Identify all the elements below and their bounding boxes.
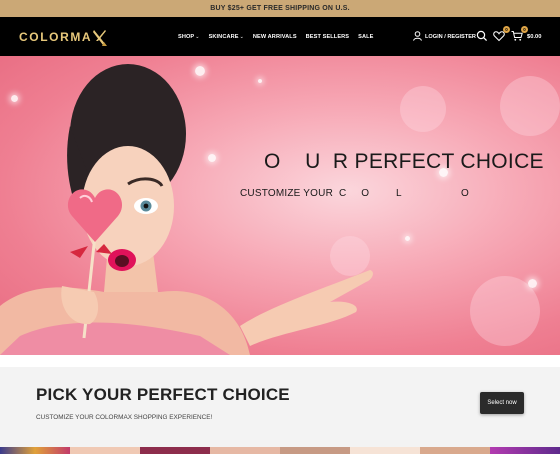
wishlist-count-badge: 0 <box>503 26 510 33</box>
nav-label: SALE <box>358 33 374 40</box>
nav-item-sale[interactable]: SALE <box>358 34 373 40</box>
product-thumbnail[interactable] <box>490 447 560 454</box>
product-thumbnail[interactable] <box>210 447 280 454</box>
search-icon <box>476 29 488 46</box>
main-nav: SHOP ⌄ SKINCARE ⌄ NEW ARRIVALS BEST SELL… <box>178 17 373 56</box>
nav-label: NEW ARRIVALS <box>252 33 297 40</box>
product-thumbnail[interactable] <box>280 447 350 454</box>
wishlist-button[interactable]: 0 <box>493 26 510 43</box>
logo[interactable]: COLORMA <box>19 27 108 47</box>
chevron-down-icon: ⌄ <box>239 33 244 40</box>
search-button[interactable] <box>476 29 490 43</box>
user-icon <box>413 30 422 43</box>
nav-item-shop[interactable]: SHOP ⌄ <box>178 34 200 40</box>
bokeh-light <box>500 76 560 136</box>
nav-item-new-arrivals[interactable]: NEW ARRIVALS <box>253 34 297 40</box>
bokeh-light <box>400 86 446 132</box>
login-register-link[interactable]: LOGIN / REGISTER <box>413 17 476 56</box>
product-image-strip <box>0 447 560 454</box>
logo-text: COLORMA <box>19 30 93 44</box>
product-thumbnail[interactable] <box>350 447 420 454</box>
product-thumbnail[interactable] <box>0 447 70 454</box>
nav-label: BEST SELLERS <box>305 33 350 40</box>
promo-text: BUY $25+ GET FREE SHIPPING ON U.S. <box>210 5 350 12</box>
select-now-button[interactable]: Select now <box>480 392 524 414</box>
nav-label: SKINCARE <box>208 33 239 40</box>
product-thumbnail[interactable] <box>420 447 490 454</box>
cart-total[interactable]: $0.00 <box>527 17 542 56</box>
logo-x-mark <box>93 28 108 46</box>
nav-label: SHOP <box>178 33 195 40</box>
hero-model-image <box>0 64 373 355</box>
account-label: LOGIN / REGISTER <box>425 33 476 40</box>
sparkle <box>528 279 537 288</box>
sparkle <box>405 236 410 241</box>
site-header: COLORMA SHOP ⌄ SKINCARE ⌄ NEW ARRIVALS B… <box>0 17 560 56</box>
product-thumbnail[interactable] <box>140 447 210 454</box>
chevron-down-icon: ⌄ <box>195 33 200 40</box>
hero-title: O U R PERFECT CHOICE <box>264 150 544 173</box>
cta-subtitle: CUSTOMIZE YOUR COLORMAX SHOPPING EXPERIE… <box>36 414 213 421</box>
hero-subtitle: CUSTOMIZE YOUR C O L O <box>240 188 469 199</box>
product-thumbnail[interactable] <box>70 447 140 454</box>
hero-banner[interactable]: O U R PERFECT CHOICE CUSTOMIZE YOUR C O … <box>0 56 560 355</box>
promo-bar: BUY $25+ GET FREE SHIPPING ON U.S. <box>0 0 560 17</box>
nav-item-best-sellers[interactable]: BEST SELLERS <box>306 34 349 40</box>
cta-section: PICK YOUR PERFECT CHOICE CUSTOMIZE YOUR … <box>0 367 560 447</box>
cta-title: PICK YOUR PERFECT CHOICE <box>36 385 290 404</box>
nav-item-skincare[interactable]: SKINCARE ⌄ <box>209 34 244 40</box>
cart-button[interactable]: 0 <box>511 26 528 43</box>
